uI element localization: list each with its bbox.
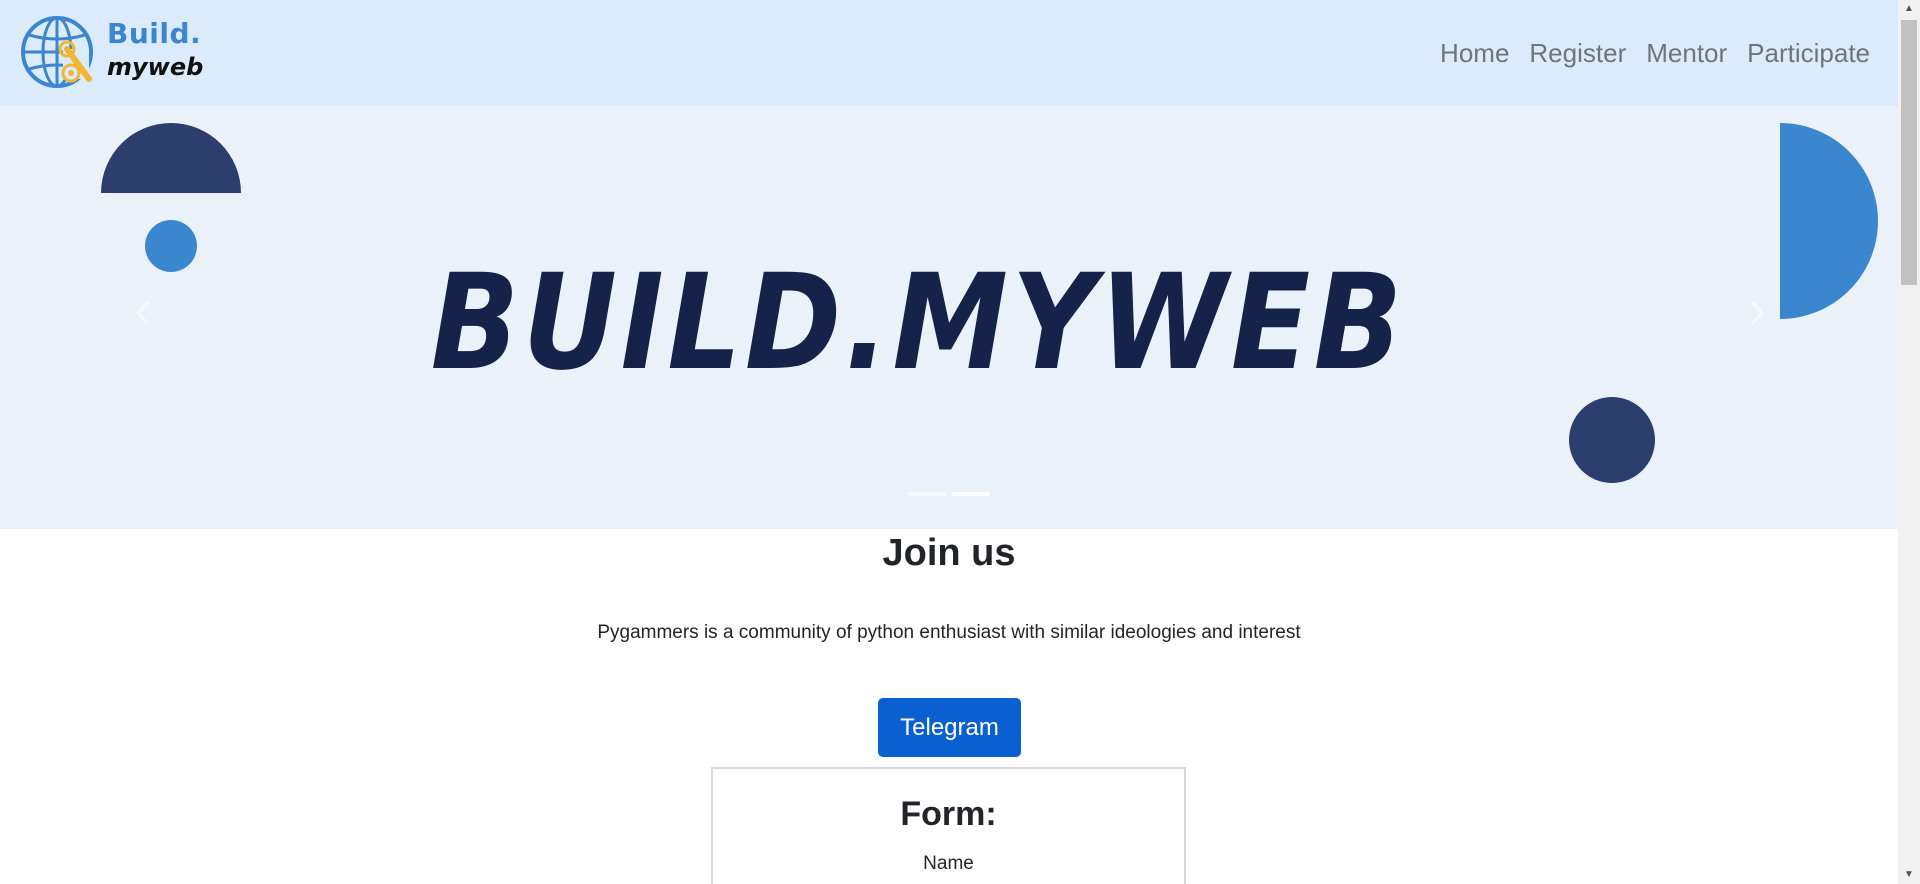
- name-label: Name: [923, 853, 974, 874]
- nav-home-link[interactable]: Home: [1440, 38, 1509, 69]
- nav-register-link[interactable]: Register: [1529, 38, 1626, 69]
- decor-large-circle: [1569, 397, 1655, 483]
- globe-wrench-icon: [21, 16, 93, 88]
- telegram-button[interactable]: Telegram: [878, 698, 1021, 757]
- page: Build. myweb Home Register Mentor Partic…: [0, 0, 1898, 884]
- nav-menu: Home Register Mentor Participate: [1440, 38, 1870, 69]
- nav-mentor-link[interactable]: Mentor: [1646, 38, 1727, 69]
- logo-text-build: Build.: [107, 17, 202, 50]
- hero-carousel: BUILD.MYWEB: [0, 106, 1898, 529]
- scroll-up-arrow-icon[interactable]: ▲: [1898, 0, 1920, 18]
- carousel-next-button[interactable]: [1742, 298, 1772, 338]
- chevron-right-icon: [1750, 300, 1765, 326]
- nav-participate-link[interactable]: Participate: [1747, 38, 1870, 69]
- navbar: Build. myweb Home Register Mentor Partic…: [0, 0, 1898, 106]
- join-heading: Join us: [882, 532, 1016, 574]
- carousel-prev-button[interactable]: [128, 298, 158, 338]
- carousel-indicator-2[interactable]: [952, 492, 990, 496]
- carousel-indicators: [0, 492, 1898, 496]
- logo-text-myweb: myweb: [107, 53, 204, 81]
- banner-title: BUILD.MYWEB: [430, 246, 1406, 400]
- carousel-indicator-1[interactable]: [908, 492, 946, 496]
- decor-half-circle-top: [101, 123, 241, 193]
- signup-form: Form: Name: [711, 767, 1186, 884]
- vertical-scrollbar[interactable]: ▲ ▼: [1898, 0, 1920, 884]
- decor-half-circle-right: [1780, 123, 1878, 319]
- join-description: Pygammers is a community of python enthu…: [597, 622, 1301, 643]
- form-title: Form:: [900, 795, 997, 833]
- brand-logo[interactable]: Build. myweb: [19, 15, 203, 91]
- chevron-left-icon: [135, 300, 150, 326]
- scroll-down-arrow-icon[interactable]: ▼: [1898, 866, 1920, 884]
- scrollbar-thumb[interactable]: [1901, 20, 1917, 285]
